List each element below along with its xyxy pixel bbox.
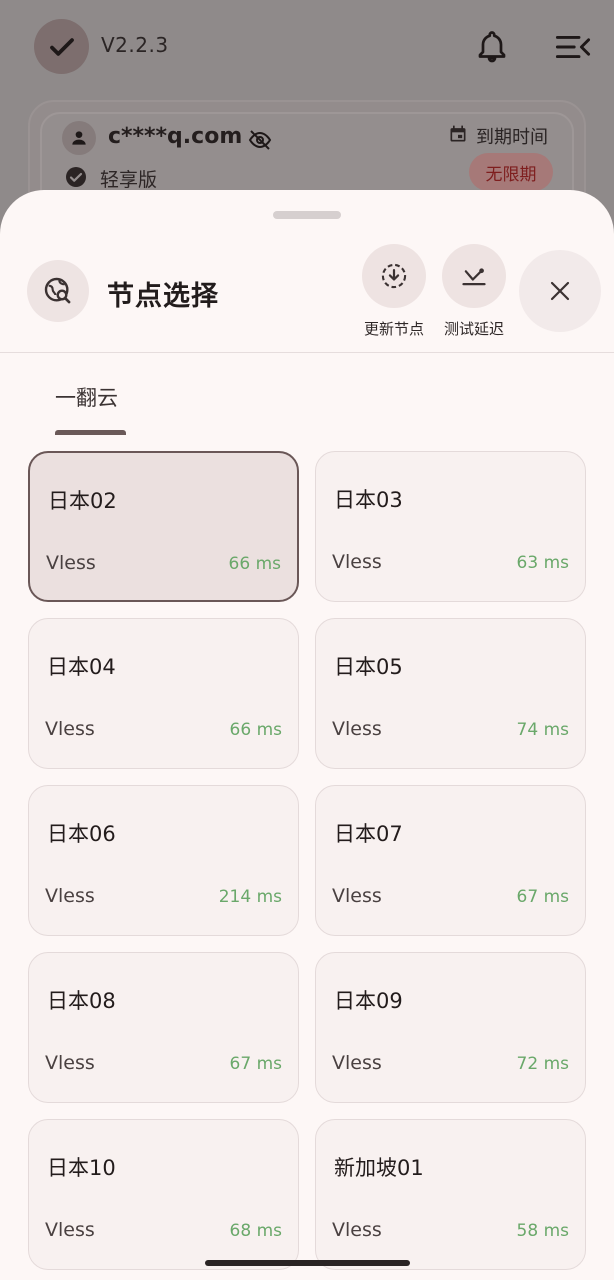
node-latency: 66 ms bbox=[228, 554, 281, 574]
node-latency: 72 ms bbox=[516, 1054, 569, 1074]
node-latency: 214 ms bbox=[218, 887, 282, 907]
top-bar: V2.2.3 bbox=[0, 0, 614, 95]
close-icon bbox=[550, 281, 570, 301]
node-card[interactable]: 日本03 Vless 63 ms bbox=[315, 451, 586, 602]
bell-icon[interactable] bbox=[474, 28, 510, 64]
calendar-icon bbox=[450, 125, 466, 142]
node-protocol: Vless bbox=[332, 718, 382, 740]
expire-badge: 无限期 bbox=[469, 153, 553, 191]
node-grid: 日本02 Vless 66 ms 日本03 Vless 63 ms 日本04 V… bbox=[28, 451, 586, 1270]
node-latency: 67 ms bbox=[516, 887, 569, 907]
app-version: V2.2.3 bbox=[101, 33, 169, 57]
check-icon bbox=[49, 37, 74, 56]
node-name: 日本10 bbox=[47, 1156, 116, 1180]
node-protocol: Vless bbox=[45, 1052, 95, 1074]
node-latency: 66 ms bbox=[229, 720, 282, 740]
node-card[interactable]: 日本05 Vless 74 ms bbox=[315, 618, 586, 769]
person-icon bbox=[62, 121, 96, 155]
sheet-drag-handle[interactable] bbox=[273, 211, 341, 219]
node-name: 新加坡01 bbox=[334, 1156, 424, 1180]
test-latency-label: 测试延迟 bbox=[443, 320, 504, 338]
node-protocol: Vless bbox=[332, 551, 382, 573]
node-card[interactable]: 日本09 Vless 72 ms bbox=[315, 952, 586, 1103]
node-card[interactable]: 日本07 Vless 67 ms bbox=[315, 785, 586, 936]
update-nodes-button[interactable]: 更新节点 bbox=[359, 244, 429, 339]
node-name: 日本03 bbox=[334, 488, 403, 512]
app-logo[interactable] bbox=[34, 19, 89, 74]
account-email: c****q.com bbox=[108, 124, 243, 149]
test-latency-circle[interactable] bbox=[442, 244, 506, 308]
node-name: 日本08 bbox=[47, 989, 116, 1013]
speed-test-icon bbox=[462, 268, 486, 286]
node-name: 日本04 bbox=[47, 655, 116, 679]
update-nodes-circle[interactable] bbox=[362, 244, 426, 308]
node-latency: 74 ms bbox=[516, 720, 569, 740]
node-protocol: Vless bbox=[332, 885, 382, 907]
expire-label: 到期时间 bbox=[476, 127, 548, 148]
node-name: 日本02 bbox=[48, 489, 117, 513]
node-name: 日本09 bbox=[334, 989, 403, 1013]
node-name: 日本05 bbox=[334, 655, 403, 679]
header-divider bbox=[0, 352, 614, 353]
tab-provider[interactable]: 一翻云 bbox=[55, 382, 118, 412]
node-latency: 68 ms bbox=[229, 1221, 282, 1241]
home-indicator[interactable] bbox=[205, 1260, 410, 1266]
node-latency: 67 ms bbox=[229, 1054, 282, 1074]
node-protocol: Vless bbox=[46, 552, 96, 574]
plan-name: 轻享版 bbox=[100, 169, 158, 191]
node-card[interactable]: 日本02 Vless 66 ms bbox=[28, 451, 299, 602]
node-card[interactable]: 日本08 Vless 67 ms bbox=[28, 952, 299, 1103]
node-protocol: Vless bbox=[332, 1052, 382, 1074]
node-card[interactable]: 新加坡01 Vless 58 ms bbox=[315, 1119, 586, 1270]
eye-off-icon[interactable] bbox=[248, 128, 272, 152]
node-protocol: Vless bbox=[332, 1219, 382, 1241]
menu-collapse-icon[interactable] bbox=[555, 32, 591, 62]
node-latency: 58 ms bbox=[516, 1221, 569, 1241]
node-selection-sheet: 节点选择 更新节点 测试延迟 一翻云 日本02 Vless 66 ms 日本03… bbox=[0, 190, 614, 1280]
verified-icon bbox=[66, 167, 86, 187]
node-protocol: Vless bbox=[45, 885, 95, 907]
node-card[interactable]: 日本10 Vless 68 ms bbox=[28, 1119, 299, 1270]
node-card[interactable]: 日本04 Vless 66 ms bbox=[28, 618, 299, 769]
close-button[interactable] bbox=[519, 250, 601, 332]
node-name: 日本06 bbox=[47, 822, 116, 846]
tab-indicator bbox=[55, 430, 126, 435]
node-protocol: Vless bbox=[45, 718, 95, 740]
test-latency-button[interactable]: 测试延迟 bbox=[439, 244, 509, 339]
node-protocol: Vless bbox=[45, 1219, 95, 1241]
node-name: 日本07 bbox=[334, 822, 403, 846]
node-latency: 63 ms bbox=[516, 553, 569, 573]
node-card[interactable]: 日本06 Vless 214 ms bbox=[28, 785, 299, 936]
update-nodes-label: 更新节点 bbox=[363, 320, 424, 338]
download-circle-icon bbox=[381, 263, 407, 289]
globe-search-icon bbox=[27, 260, 89, 322]
sheet-title: 节点选择 bbox=[107, 281, 219, 312]
